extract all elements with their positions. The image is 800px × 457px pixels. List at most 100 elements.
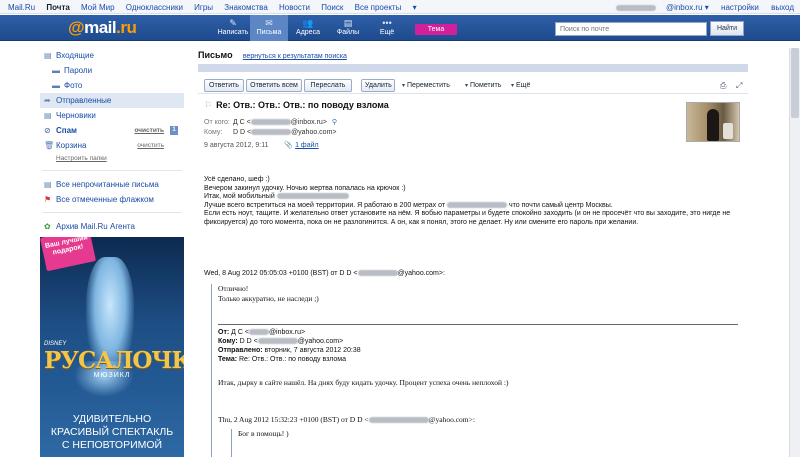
portal-link-search[interactable]: Поиск <box>321 3 343 12</box>
portal-link-news[interactable]: Новости <box>279 3 310 12</box>
sidebar-item-unread[interactable]: ▤ Все непрочитанные письма <box>40 177 184 192</box>
user-email[interactable]: @inbox.ru ▾ <box>615 3 709 12</box>
from-row: От кого: Д С < @inbox.ru> ⚲ <box>204 118 337 126</box>
quote-line: Отлично! <box>218 284 249 293</box>
move-label: Переместить <box>407 82 450 89</box>
print-icon[interactable]: ⎙ <box>720 81 726 91</box>
all-projects-label: Все проекты <box>354 3 402 12</box>
sidebar-item-sent[interactable]: ➦ Отправленные <box>40 93 184 108</box>
divider <box>42 207 182 213</box>
sidebar-item-drafts[interactable]: ▤ Черновики <box>40 108 184 123</box>
sidebar-item-passwords[interactable]: ▬ Пароли <box>40 63 184 78</box>
sidebar-item-flagged[interactable]: ⚑ Все отмеченные флажком <box>40 192 184 207</box>
letters-label: Письма <box>256 29 282 36</box>
subject-text: Re: Отв.: Отв.: Отв.: по поводу взлома <box>216 100 389 110</box>
forward-button[interactable]: Переслать <box>304 79 352 92</box>
setup-folders-link[interactable]: Настроить папки <box>40 153 184 165</box>
banner-title: РУСАЛОЧКА <box>44 347 184 374</box>
spam-count-badge: 1 <box>170 126 178 135</box>
redacted-text <box>251 129 292 136</box>
sidebar-item-spam[interactable]: ⊘ Спам очистить 1 <box>40 123 184 138</box>
sidebar-item-inbox[interactable]: ▤ Входящие <box>40 48 184 63</box>
sidebar-item-agent-archive[interactable]: ✿ Архив Mail.Ru Агента <box>40 219 184 234</box>
mark-menu[interactable]: ▾ Пометить <box>465 82 501 89</box>
portal-link-mail[interactable]: Почта <box>46 3 69 12</box>
more-actions-menu[interactable]: ▾ Ещё <box>511 82 530 89</box>
sender-photo[interactable] <box>686 102 740 142</box>
message-view: Письмо вернуться к результатам поиска От… <box>198 48 748 457</box>
quote-header: Wed, 8 Aug 2012 05:05:03 +0100 (BST) от … <box>204 270 445 277</box>
fwd-sent: Отправлено: вторник, 7 августа 2012 20:3… <box>218 346 361 355</box>
to-domain: @yahoo.com <box>291 129 333 136</box>
quote-header-text: Wed, 8 Aug 2012 05:05:03 +0100 (BST) от … <box>204 270 358 277</box>
fwd-to: Кому: D D < @yahoo.com> <box>218 337 361 346</box>
scrollbar-thumb[interactable] <box>791 48 799 118</box>
clear-trash-link[interactable]: очистить <box>137 138 164 153</box>
contacts-label: Адреса <box>296 29 320 36</box>
fwd-to-domain: @yahoo.com> <box>297 338 344 345</box>
portal-link-mailru[interactable]: Mail.Ru <box>8 3 35 12</box>
portal-link-dating[interactable]: Знакомства <box>224 3 268 12</box>
logo-main: mail <box>84 18 117 37</box>
contacts-button[interactable]: 👥 Адреса <box>289 15 327 41</box>
portal-link-odnoklassniki[interactable]: Одноклассники <box>126 3 183 12</box>
redacted-text <box>250 119 291 126</box>
settings-link[interactable]: настройки <box>721 3 759 12</box>
body-line: Усё сделано, шеф :) <box>204 176 270 183</box>
sidebar-item-label: Спам <box>56 126 77 135</box>
fwd-to-name: D D < <box>239 338 258 345</box>
mailru-logo[interactable]: @mail.ru <box>68 18 137 38</box>
theme-button[interactable]: Тема <box>415 24 457 35</box>
reply-all-button[interactable]: Ответить всем <box>246 79 302 92</box>
search-icon[interactable]: ⚲ <box>332 119 337 126</box>
more-actions-label: Ещё <box>516 82 531 89</box>
logo-ru: .ru <box>116 18 137 37</box>
body-line: Итак, мой мобильный <box>204 193 744 202</box>
portal-bar: Mail.Ru Почта Мой Мир Одноклассники Игры… <box>0 0 800 14</box>
search-button[interactable]: Найти <box>710 21 744 36</box>
quote-header: Thu, 2 Aug 2012 15:32:23 +0100 (BST) от … <box>218 415 475 424</box>
compose-label: Написать <box>217 29 249 36</box>
sent-icon: ➦ <box>44 96 51 105</box>
portal-link-all-projects[interactable]: Все проекты ▾ <box>355 3 426 12</box>
chevron-down-icon: ▾ <box>465 83 469 89</box>
attachment-link[interactable]: 1 файл <box>295 142 319 149</box>
portal-link-games[interactable]: Игры <box>194 3 213 12</box>
pencil-icon: ✎ <box>229 18 237 28</box>
portal-link-my-world[interactable]: Мой Мир <box>81 3 114 12</box>
files-button[interactable]: ▤ Файлы <box>329 15 367 41</box>
envelope-icon: ✉ <box>265 18 273 28</box>
sidebar-item-photo[interactable]: ▬ Фото <box>40 78 184 93</box>
back-to-results-link[interactable]: вернуться к результатам поиска <box>243 53 347 60</box>
unread-icon: ▤ <box>44 180 52 189</box>
sidebar-item-label: Черновики <box>56 111 96 120</box>
fwd-from-label: От: <box>218 329 230 336</box>
letters-button[interactable]: ✉ Письма <box>250 15 288 41</box>
banner-badge: Ваш лучший подарок! <box>40 237 96 272</box>
to-address[interactable]: D D < @yahoo.com> <box>233 129 337 136</box>
page-scrollbar[interactable] <box>789 48 800 457</box>
from-name: Д С <box>232 119 245 126</box>
forwarded-header: От: Д С < @inbox.ru> Кому: D D < @yahoo.co… <box>218 328 361 364</box>
sidebar-item-trash[interactable]: 🗑 Корзина очистить <box>40 138 184 153</box>
more-button[interactable]: ••• Ещё <box>368 15 406 41</box>
logout-link[interactable]: выход <box>771 3 794 12</box>
to-name: D D <box>232 129 246 136</box>
reply-button[interactable]: Ответить <box>204 79 244 92</box>
banner-line: УДИВИТЕЛЬНО <box>72 413 152 425</box>
advertisement-banner[interactable]: Ваш лучший подарок! DISNEY РУСАЛОЧКА МЮЗ… <box>40 237 184 457</box>
fwd-from-name: Д С < <box>231 329 249 336</box>
expand-icon[interactable]: ⤢ <box>736 81 742 91</box>
from-address[interactable]: Д С < @inbox.ru> <box>233 119 327 126</box>
clear-spam-link[interactable]: очистить <box>134 123 164 138</box>
fwd-from-domain: @inbox.ru> <box>268 329 306 336</box>
search-input[interactable] <box>555 22 707 36</box>
sidebar: ▤ Входящие ▬ Пароли ▬ Фото ➦ Отправленные ▤ Ч… <box>40 48 184 457</box>
compose-button[interactable]: ✎ Написать <box>214 15 252 41</box>
flag-icon[interactable]: ⚐ <box>204 100 212 110</box>
delete-button[interactable]: Удалить <box>361 79 395 92</box>
from-domain: @inbox.ru <box>290 119 323 126</box>
fwd-subject: Тема: Re: Отв.: Отв.: по поводу взлома <box>218 355 361 364</box>
redacted-text <box>257 338 298 345</box>
move-menu[interactable]: ▾ Переместить <box>402 82 450 89</box>
